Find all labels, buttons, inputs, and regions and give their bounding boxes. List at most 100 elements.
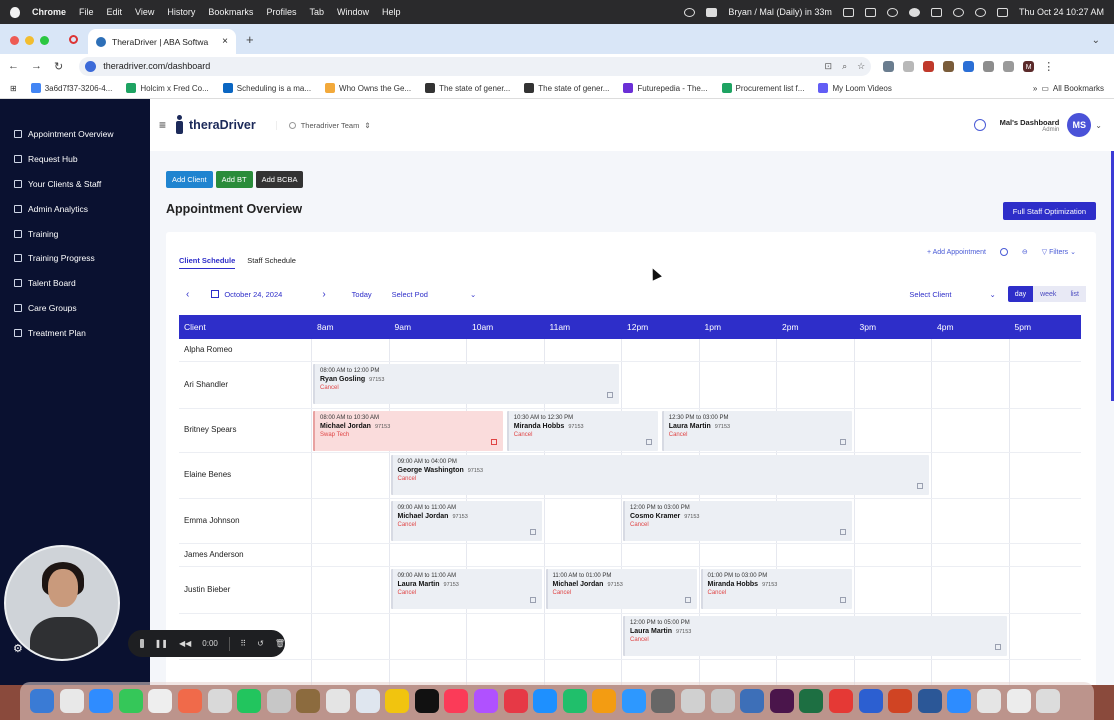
client-name[interactable]: Emma Johnson bbox=[184, 516, 240, 525]
rewind-icon[interactable]: ◀◀ bbox=[179, 639, 191, 648]
dock-app-icon[interactable] bbox=[621, 689, 646, 713]
dock-app-icon[interactable] bbox=[533, 689, 558, 713]
zoom-window-icon[interactable] bbox=[40, 35, 49, 45]
bookmark-item[interactable]: Scheduling is a ma... bbox=[222, 83, 311, 93]
appointment-action-link[interactable]: Swap Tech bbox=[320, 432, 498, 438]
edit-icon[interactable] bbox=[994, 644, 1001, 650]
appointment-block[interactable]: 09:00 AM to 04:00 PM George Washington 971… bbox=[390, 455, 929, 495]
tab-search-chevron-icon[interactable]: ⌄ bbox=[1092, 35, 1100, 46]
apps-grid-icon[interactable]: ⊞ bbox=[10, 84, 17, 93]
tab-client-schedule[interactable]: Client Schedule bbox=[179, 256, 236, 269]
bookmark-item[interactable]: Who Owns the Ge... bbox=[325, 83, 411, 93]
client-name[interactable]: Justin Bieber bbox=[184, 585, 230, 594]
view-list-button[interactable]: list bbox=[1063, 286, 1086, 302]
dock-app-icon[interactable] bbox=[710, 689, 735, 713]
appointment-action-link[interactable]: Cancel bbox=[320, 385, 614, 391]
bookmark-item[interactable]: Procurement list f... bbox=[721, 83, 804, 93]
appointment-action-link[interactable]: Cancel bbox=[553, 590, 692, 596]
more-menu-icon[interactable]: ⋮ bbox=[1043, 60, 1054, 73]
meeting-reminder[interactable]: Bryan / Mal (Daily) in 33m bbox=[728, 7, 832, 17]
edit-icon[interactable] bbox=[684, 597, 691, 603]
client-name[interactable]: Britney Spears bbox=[184, 425, 236, 434]
appointment-action-link[interactable]: Cancel bbox=[669, 432, 847, 438]
appointment-action-link[interactable]: Cancel bbox=[398, 476, 925, 482]
dock-app-icon[interactable] bbox=[266, 689, 291, 713]
appointment-action-link[interactable]: Cancel bbox=[398, 590, 537, 596]
sidebar-item[interactable]: Care Groups bbox=[0, 296, 150, 321]
sidebar-item[interactable]: Admin Analytics bbox=[0, 196, 150, 221]
drag-handle-icon[interactable]: ⠿ bbox=[240, 639, 246, 648]
edit-icon[interactable] bbox=[839, 439, 846, 445]
appointment-block[interactable]: 01:00 PM to 03:00 PM Miranda Hobbs 97153 Ca… bbox=[700, 569, 852, 609]
forward-icon[interactable]: → bbox=[31, 60, 42, 72]
extension-icon[interactable] bbox=[923, 60, 935, 72]
appointment-block[interactable]: 12:00 PM to 03:00 PM Cosmo Kramer 97153 Can… bbox=[623, 501, 852, 541]
dock-app-icon[interactable] bbox=[177, 689, 202, 713]
tab-staff-schedule[interactable]: Staff Schedule bbox=[247, 256, 296, 269]
menu-window[interactable]: Window bbox=[337, 7, 369, 17]
sidebar-item[interactable]: Request Hub bbox=[0, 147, 150, 172]
next-day-icon[interactable]: › bbox=[322, 289, 325, 300]
team-selector[interactable]: Theradriver Team ⇕ bbox=[275, 120, 371, 130]
appointment-block[interactable]: 10:30 AM to 12:30 PM Miranda Hobbs 97153 Ca… bbox=[506, 411, 658, 451]
appointment-block[interactable]: 12:00 PM to 05:00 PM Laura Martin 97153 Can… bbox=[623, 616, 1007, 656]
dock-app-icon[interactable] bbox=[148, 689, 173, 713]
menu-edit[interactable]: Edit bbox=[107, 7, 123, 17]
dock-app-icon[interactable] bbox=[1006, 689, 1031, 713]
edit-icon[interactable] bbox=[529, 597, 536, 603]
bookmark-item[interactable]: My Loom Videos bbox=[818, 83, 892, 93]
dock-app-icon[interactable] bbox=[237, 689, 262, 713]
edit-icon[interactable] bbox=[607, 392, 613, 398]
sidebar-item[interactable]: Treatment Plan bbox=[0, 320, 150, 345]
webcam-bubble[interactable] bbox=[4, 545, 120, 661]
view-week-button[interactable]: week bbox=[1033, 286, 1064, 302]
edit-icon[interactable] bbox=[839, 529, 846, 535]
hamburger-menu-icon[interactable]: ≡ bbox=[159, 118, 166, 132]
extension-icon[interactable] bbox=[963, 60, 975, 72]
dock-app-icon[interactable] bbox=[858, 689, 883, 713]
add-bt-button[interactable]: Add BT bbox=[215, 171, 253, 188]
moon-icon[interactable] bbox=[908, 7, 920, 17]
tab-close-icon[interactable]: × bbox=[222, 36, 228, 47]
dock-app-icon[interactable] bbox=[947, 689, 972, 713]
appointment-action-link[interactable]: Cancel bbox=[708, 590, 847, 596]
appointment-action-link[interactable]: Cancel bbox=[630, 522, 847, 528]
menu-history[interactable]: History bbox=[167, 7, 195, 17]
url-text[interactable]: theradriver.com/dashboard bbox=[103, 61, 210, 71]
install-app-icon[interactable]: ⊡ bbox=[825, 61, 833, 72]
sidebar-item[interactable]: Your Clients & Staff bbox=[0, 172, 150, 197]
pause-icon[interactable]: ❚❚ bbox=[155, 639, 168, 648]
dock-app-icon[interactable] bbox=[296, 689, 321, 713]
sidebar-item[interactable]: Training bbox=[0, 221, 150, 246]
bookmark-item[interactable]: The state of gener... bbox=[524, 83, 609, 93]
clock[interactable]: Thu Oct 24 10:27 AM bbox=[1019, 7, 1104, 17]
delete-icon[interactable] bbox=[490, 439, 497, 445]
notifications-icon[interactable] bbox=[973, 119, 986, 131]
menu-help[interactable]: Help bbox=[382, 7, 401, 17]
dock-app-icon[interactable] bbox=[592, 689, 617, 713]
calendar-status-icon[interactable] bbox=[842, 7, 854, 17]
stop-recording-icon[interactable] bbox=[140, 639, 144, 648]
pod-select[interactable]: Select Pod ⌄ bbox=[392, 290, 477, 299]
appointment-block[interactable]: 08:00 AM to 12:00 PM Ryan Gosling 97153 Can… bbox=[313, 364, 619, 404]
appointment-action-link[interactable]: Cancel bbox=[630, 637, 1002, 643]
menu-app[interactable]: Chrome bbox=[32, 7, 66, 17]
user-avatar[interactable]: MS bbox=[1067, 113, 1092, 137]
trash-icon[interactable]: 🗑 bbox=[275, 639, 285, 648]
bookmark-item[interactable]: 3a6d7f37-3206-4... bbox=[30, 83, 112, 93]
prev-day-icon[interactable]: ‹ bbox=[186, 289, 189, 300]
edit-icon[interactable] bbox=[529, 529, 536, 535]
extension-icon[interactable] bbox=[903, 60, 915, 72]
appointment-block[interactable]: 09:00 AM to 11:00 AM Laura Martin 97153 Can… bbox=[390, 569, 542, 609]
dock-app-icon[interactable] bbox=[740, 689, 765, 713]
site-info-icon[interactable] bbox=[85, 60, 97, 72]
address-bar[interactable]: theradriver.com/dashboard ⊡ ⌕ ☆ bbox=[79, 56, 872, 76]
dock-app-icon[interactable] bbox=[503, 689, 528, 713]
add-bcba-button[interactable]: Add BCBA bbox=[255, 171, 304, 188]
dock-app-icon[interactable] bbox=[444, 689, 469, 713]
client-name[interactable]: Ari Shandler bbox=[184, 380, 228, 389]
appointment-block[interactable]: 12:30 PM to 03:00 PM Laura Martin 97153 Can… bbox=[661, 411, 852, 451]
bookmark-star-icon[interactable]: ☆ bbox=[857, 61, 865, 72]
edit-icon[interactable] bbox=[917, 483, 923, 489]
appointment-block[interactable]: 08:00 AM to 10:30 AM Michael Jordan 97153 S… bbox=[313, 411, 503, 451]
